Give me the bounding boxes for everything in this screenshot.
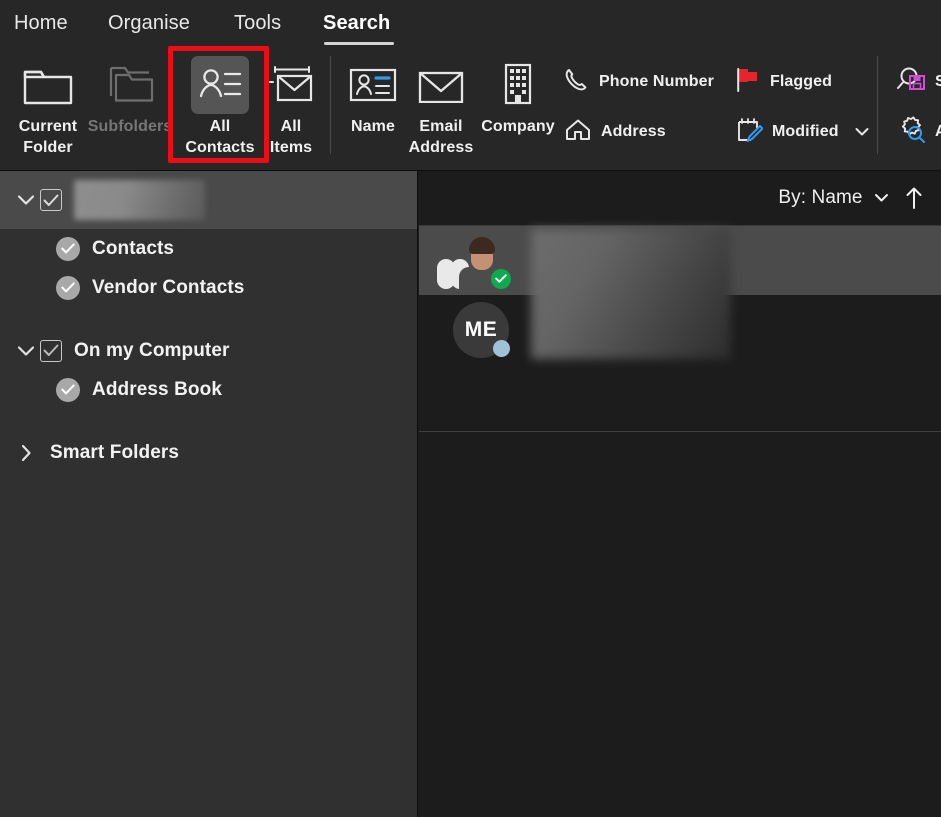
list-divider xyxy=(419,431,941,432)
search-by-name-button[interactable]: Name xyxy=(336,52,410,164)
sidebar-item-contacts-label: Contacts xyxy=(92,237,175,259)
vendor-contacts-checkbox[interactable] xyxy=(56,275,80,300)
save-search-button[interactable]: S xyxy=(896,63,941,101)
outlook-search-window: Home Organise Tools Search Current Folde… xyxy=(0,0,941,817)
building-icon xyxy=(489,56,547,114)
folder-icon xyxy=(19,56,77,114)
search-by-company-label: Company xyxy=(481,118,555,135)
search-by-name-label: Name xyxy=(351,118,395,135)
search-by-phone-button[interactable]: Phone Number xyxy=(564,63,714,101)
address-book-checkbox[interactable] xyxy=(56,377,80,402)
advanced-search-icon xyxy=(896,115,926,149)
subfolders-button[interactable]: Subfolders xyxy=(82,52,178,164)
avatar xyxy=(437,233,511,291)
sort-by-control[interactable]: By: Name xyxy=(778,187,889,209)
sidebar-item-contacts[interactable]: Contacts xyxy=(0,229,417,268)
envelope-icon xyxy=(412,56,470,114)
chevron-down-icon[interactable] xyxy=(855,127,869,137)
sort-by-label: By: Name xyxy=(778,187,863,208)
ribbon: Home Organise Tools Search Current Folde… xyxy=(0,0,941,171)
contact-card-icon xyxy=(191,56,249,114)
folder-sidebar[interactable]: Contacts Vendor Contacts On my Computer … xyxy=(0,171,418,817)
advanced-search-button[interactable]: A xyxy=(896,113,941,151)
list-sort-bar: By: Name xyxy=(419,171,941,226)
flag-icon xyxy=(735,66,761,99)
active-tab-underline xyxy=(324,42,394,45)
name-card-icon xyxy=(344,56,402,114)
ribbon-separator-2 xyxy=(877,56,878,154)
filter-modified-label: Modified xyxy=(772,123,839,140)
search-by-company-button[interactable]: Company xyxy=(472,52,564,164)
account-name-redacted xyxy=(74,180,205,220)
all-items-button[interactable]: All Items xyxy=(243,52,339,164)
save-search-icon xyxy=(896,66,926,99)
ribbon-body: Current Folder Subfolders All Contacts A… xyxy=(0,48,941,170)
sidebar-row-account[interactable] xyxy=(0,171,417,229)
home-icon xyxy=(564,117,592,148)
presence-offline-icon xyxy=(493,339,510,357)
sidebar-item-vendor-contacts-label: Vendor Contacts xyxy=(92,276,245,298)
search-by-email-label: Email Address xyxy=(408,118,474,156)
filter-flagged-label: Flagged xyxy=(770,73,833,90)
tab-organise[interactable]: Organise xyxy=(108,9,190,37)
search-by-phone-label: Phone Number xyxy=(599,73,714,90)
arrow-up-icon[interactable] xyxy=(905,186,923,210)
sidebar-item-vendor-contacts[interactable]: Vendor Contacts xyxy=(0,268,417,307)
chevron-down-icon[interactable] xyxy=(874,193,889,203)
chevron-down-icon[interactable] xyxy=(12,345,40,357)
all-items-label: All Items xyxy=(269,118,313,156)
contact-list: ME xyxy=(419,226,941,432)
chevron-right-icon[interactable] xyxy=(12,444,40,462)
sidebar-group-on-my-computer[interactable]: On my Computer xyxy=(0,331,417,370)
sidebar-item-address-book[interactable]: Address Book xyxy=(0,370,417,409)
search-by-address-button[interactable]: Address xyxy=(564,113,666,151)
contacts-checkbox[interactable] xyxy=(56,236,80,261)
ribbon-tab-bar: Home Organise Tools Search xyxy=(0,0,941,48)
account-checkbox[interactable] xyxy=(40,189,62,211)
table-row[interactable]: ME xyxy=(419,295,941,364)
calendar-edit-icon xyxy=(735,116,764,149)
tab-home[interactable]: Home xyxy=(14,9,68,37)
avatar: ME xyxy=(453,301,510,358)
table-row[interactable] xyxy=(419,226,941,295)
subfolders-icon xyxy=(101,56,159,114)
tab-search[interactable]: Search xyxy=(323,9,390,37)
presence-available-icon xyxy=(491,268,511,289)
ribbon-separator-1 xyxy=(330,56,331,154)
all-items-icon xyxy=(262,56,320,114)
sidebar-item-address-book-label: Address Book xyxy=(92,378,223,400)
filter-modified-button[interactable]: Modified xyxy=(735,113,869,151)
chevron-down-icon[interactable] xyxy=(12,194,40,206)
sidebar-group-on-my-computer-label: On my Computer xyxy=(74,339,230,361)
subfolders-label: Subfolders xyxy=(87,118,173,135)
advanced-search-label: A xyxy=(935,123,941,140)
sidebar-group-smart-folders[interactable]: Smart Folders xyxy=(0,433,417,472)
on-my-computer-checkbox[interactable] xyxy=(40,339,62,362)
sidebar-group-smart-folders-label: Smart Folders xyxy=(50,441,180,463)
phone-icon xyxy=(564,67,590,98)
filter-flagged-button[interactable]: Flagged xyxy=(735,63,832,101)
search-by-email-button[interactable]: Email Address xyxy=(404,52,478,164)
current-folder-label: Current Folder xyxy=(18,118,78,156)
save-search-label: S xyxy=(935,73,941,90)
tab-tools[interactable]: Tools xyxy=(234,9,281,37)
contact-list-pane: By: Name ME xyxy=(419,171,941,817)
search-by-address-label: Address xyxy=(601,123,666,140)
